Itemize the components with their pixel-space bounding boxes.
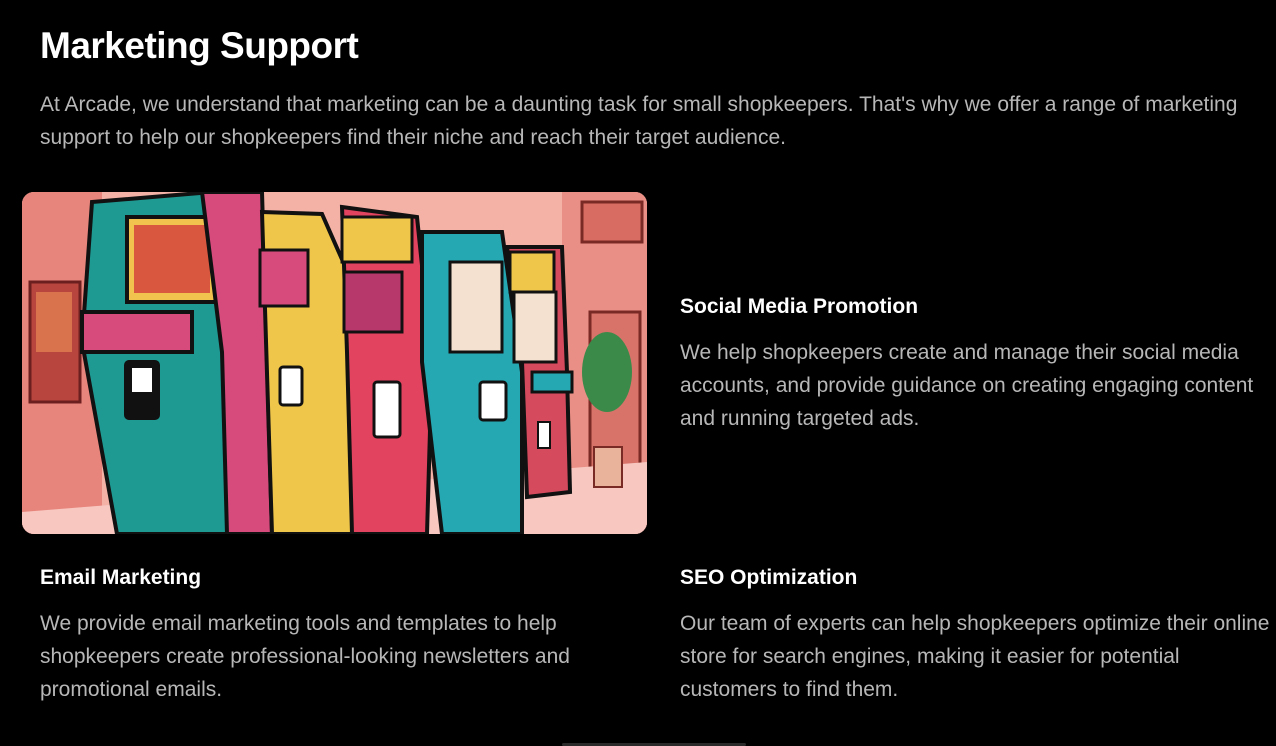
intro-text: At Arcade, we understand that marketing … [40, 93, 1238, 149]
seo-optimization-description: Our team of experts can help shopkeepers… [680, 612, 1270, 701]
page-title: Marketing Support [40, 25, 359, 66]
social-media-title: Social Media Promotion [680, 295, 919, 318]
social-media-description: We help shopkeepers create and manage th… [680, 341, 1254, 430]
arcade-illustration [22, 192, 647, 534]
email-marketing-title: Email Marketing [40, 566, 202, 589]
email-marketing-description: We provide email marketing tools and tem… [40, 612, 570, 701]
seo-optimization-title: SEO Optimization [680, 566, 858, 589]
